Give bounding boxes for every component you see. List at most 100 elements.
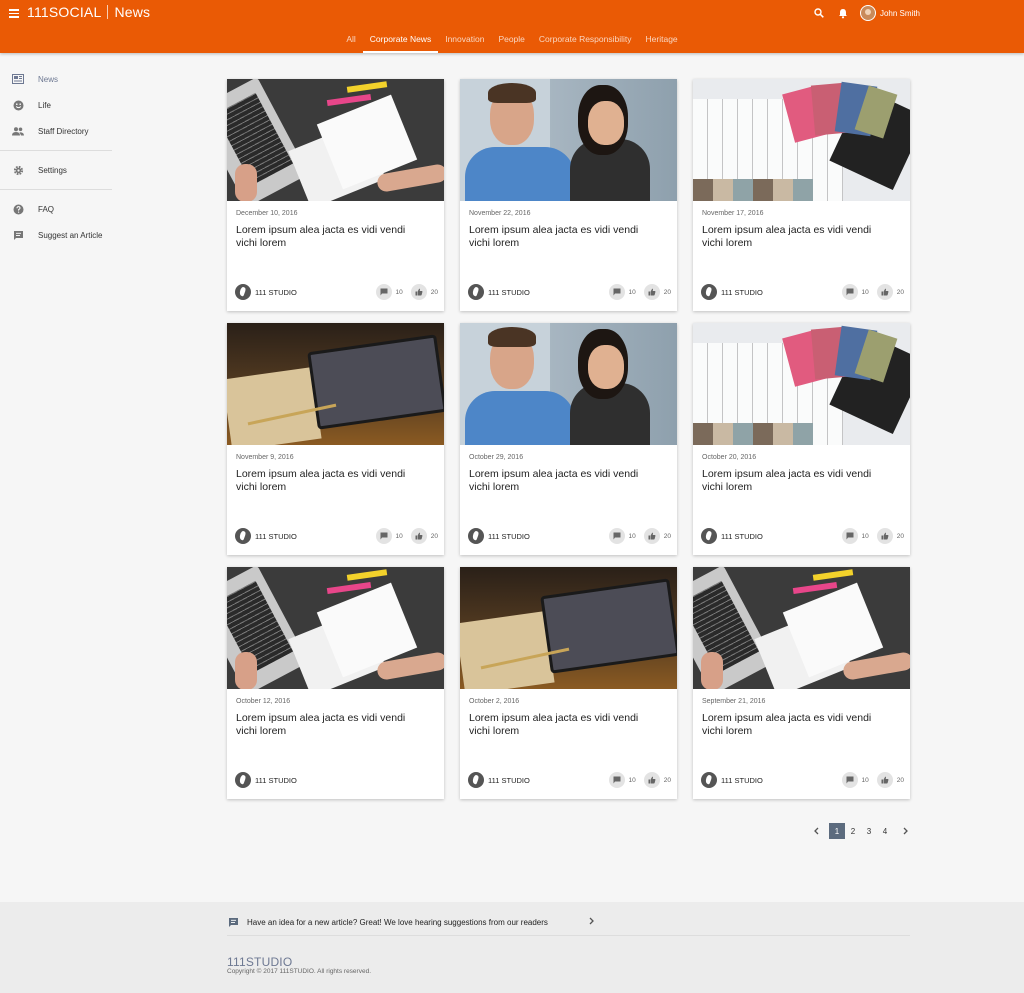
article-card[interactable]: October 20, 2016 Lorem ipsum alea jacta …: [693, 323, 910, 555]
article-card[interactable]: November 9, 2016 Lorem ipsum alea jacta …: [227, 323, 444, 555]
thumbs-up-icon[interactable]: [643, 772, 660, 788]
article-image[interactable]: [693, 567, 910, 689]
comment-icon[interactable]: [375, 284, 392, 300]
like-count: 20: [896, 288, 904, 296]
pagination: 1 2 3 4: [809, 823, 913, 839]
sidebar-divider: [0, 150, 112, 151]
thumbs-up-icon[interactable]: [876, 772, 893, 788]
article-title[interactable]: Lorem ipsum alea jacta es vidi vendi vic…: [469, 712, 659, 738]
tab-all[interactable]: All: [339, 31, 362, 53]
article-image[interactable]: [227, 323, 444, 445]
article-card[interactable]: November 22, 2016 Lorem ipsum alea jacta…: [460, 79, 677, 311]
article-card[interactable]: October 2, 2016 Lorem ipsum alea jacta e…: [460, 567, 677, 799]
article-image[interactable]: [693, 79, 910, 201]
article-image[interactable]: [460, 567, 677, 689]
page-4-button[interactable]: 4: [877, 823, 893, 839]
article-title[interactable]: Lorem ipsum alea jacta es vidi vendi vic…: [469, 468, 659, 494]
author-name: 111 STUDIO: [255, 531, 297, 541]
comment-icon[interactable]: [608, 528, 625, 544]
page-3-button[interactable]: 3: [861, 823, 877, 839]
article-date: October 20, 2016: [702, 454, 757, 461]
comment-icon[interactable]: [608, 772, 625, 788]
comment-count: 10: [628, 776, 636, 784]
author-name: 111 STUDIO: [488, 287, 530, 297]
article-date: November 9, 2016: [236, 454, 294, 461]
article-card[interactable]: November 17, 2016 Lorem ipsum alea jacta…: [693, 79, 910, 311]
article-author[interactable]: 111 STUDIO: [235, 284, 297, 300]
sidebar-item-news[interactable]: News: [0, 66, 112, 92]
thumbs-up-icon[interactable]: [876, 284, 893, 300]
next-page-icon[interactable]: [899, 824, 913, 838]
article-card[interactable]: December 10, 2016 Lorem ipsum alea jacta…: [227, 79, 444, 311]
user-name[interactable]: John Smith: [880, 9, 920, 18]
tab-heritage[interactable]: Heritage: [639, 31, 685, 53]
article-card[interactable]: October 29, 2016 Lorem ipsum alea jacta …: [460, 323, 677, 555]
article-author[interactable]: 111 STUDIO: [235, 772, 297, 788]
author-name: 111 STUDIO: [488, 531, 530, 541]
comment-icon[interactable]: [841, 528, 858, 544]
comment-icon[interactable]: [375, 528, 392, 544]
thumbs-up-icon[interactable]: [410, 284, 427, 300]
article-date: November 22, 2016: [469, 210, 531, 217]
article-image[interactable]: [460, 79, 677, 201]
author-name: 111 STUDIO: [721, 531, 763, 541]
article-title[interactable]: Lorem ipsum alea jacta es vidi vendi vic…: [702, 468, 892, 494]
comment-icon[interactable]: [608, 284, 625, 300]
tab-corporate-news[interactable]: Corporate News: [362, 31, 439, 53]
article-author[interactable]: 111 STUDIO: [235, 528, 297, 544]
article-image[interactable]: [693, 323, 910, 445]
article-card[interactable]: October 12, 2016 Lorem ipsum alea jacta …: [227, 567, 444, 799]
search-icon[interactable]: [812, 6, 826, 20]
chevron-right-icon[interactable]: [589, 917, 595, 927]
article-card[interactable]: September 21, 2016 Lorem ipsum alea jact…: [693, 567, 910, 799]
comment-icon[interactable]: [841, 772, 858, 788]
thumbs-up-icon[interactable]: [410, 528, 427, 544]
sidebar-item-settings[interactable]: Settings: [0, 157, 112, 183]
thumbs-up-icon[interactable]: [643, 284, 660, 300]
article-author[interactable]: 111 STUDIO: [701, 528, 763, 544]
article-title[interactable]: Lorem ipsum alea jacta es vidi vendi vic…: [702, 712, 892, 738]
article-image[interactable]: [227, 79, 444, 201]
comment-count: 10: [861, 288, 869, 296]
article-title[interactable]: Lorem ipsum alea jacta es vidi vendi vic…: [236, 712, 426, 738]
sidebar-item-suggest-article[interactable]: Suggest an Article: [0, 222, 112, 248]
article-title[interactable]: Lorem ipsum alea jacta es vidi vendi vic…: [702, 224, 892, 250]
previous-page-icon[interactable]: [809, 824, 823, 838]
sidebar-item-life[interactable]: Life: [0, 92, 112, 118]
sidebar-item-label: Staff Directory: [38, 126, 89, 136]
page-1-button[interactable]: 1: [829, 823, 845, 839]
author-logo-icon: [235, 772, 251, 788]
tab-corporate-responsibility[interactable]: Corporate Responsibility: [532, 31, 639, 53]
author-name: 111 STUDIO: [488, 775, 530, 785]
comment-icon[interactable]: [841, 284, 858, 300]
page-2-button[interactable]: 2: [845, 823, 861, 839]
article-title[interactable]: Lorem ipsum alea jacta es vidi vendi vic…: [236, 468, 426, 494]
sidebar-item-label: News: [38, 74, 59, 84]
article-image[interactable]: [227, 567, 444, 689]
thumbs-up-icon[interactable]: [876, 528, 893, 544]
thumbs-up-icon[interactable]: [643, 528, 660, 544]
hamburger-menu-icon[interactable]: [9, 7, 21, 19]
help-icon: [12, 203, 24, 215]
article-title[interactable]: Lorem ipsum alea jacta es vidi vendi vic…: [236, 224, 426, 250]
article-author[interactable]: 111 STUDIO: [701, 772, 763, 788]
sidebar-item-faq[interactable]: FAQ: [0, 196, 112, 222]
footer: Have an idea for a new article? Great! W…: [0, 902, 1024, 993]
header-actions: John Smith: [812, 4, 1024, 22]
bell-icon[interactable]: [836, 6, 850, 20]
article-author[interactable]: 111 STUDIO: [468, 284, 530, 300]
suggest-article-banner[interactable]: Have an idea for a new article? Great! W…: [227, 910, 910, 936]
article-author[interactable]: 111 STUDIO: [468, 772, 530, 788]
tab-people[interactable]: People: [491, 31, 531, 53]
article-author[interactable]: 111 STUDIO: [468, 528, 530, 544]
sidebar-item-staff-directory[interactable]: Staff Directory: [0, 118, 112, 144]
app-brand: 111SOCIAL News: [27, 4, 150, 20]
comment-count: 10: [861, 776, 869, 784]
article-title[interactable]: Lorem ipsum alea jacta es vidi vendi vic…: [469, 224, 659, 250]
user-avatar[interactable]: [859, 5, 876, 21]
comment-count: 10: [861, 532, 869, 540]
article-image[interactable]: [460, 323, 677, 445]
article-author[interactable]: 111 STUDIO: [701, 284, 763, 300]
author-name: 111 STUDIO: [721, 287, 763, 297]
tab-innovation[interactable]: Innovation: [438, 31, 491, 53]
